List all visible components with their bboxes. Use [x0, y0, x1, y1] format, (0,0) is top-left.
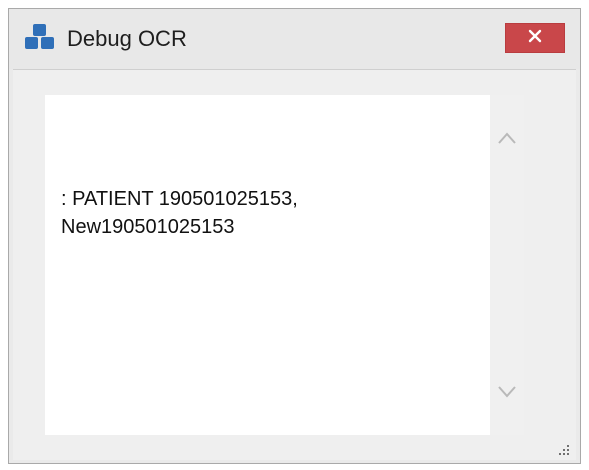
chevron-down-icon[interactable]	[497, 385, 517, 399]
vertical-scrollbar[interactable]	[490, 95, 524, 435]
close-button[interactable]	[505, 23, 565, 53]
window-title: Debug OCR	[67, 26, 187, 51]
ocr-output-text: : PATIENT 190501025153, New190501025153	[61, 185, 501, 241]
debug-ocr-window: Debug OCR : PATIENT 190501025153, New190…	[8, 8, 581, 464]
chevron-up-icon[interactable]	[497, 131, 517, 145]
ocr-text-line: : PATIENT 190501025153,	[61, 188, 298, 210]
title-bar[interactable]: Debug OCR	[9, 9, 580, 69]
client-area: : PATIENT 190501025153, New190501025153	[13, 69, 576, 460]
blue-cubes-icon	[23, 23, 57, 53]
ocr-output-textbox[interactable]: : PATIENT 190501025153, New190501025153	[45, 95, 522, 435]
close-icon	[527, 28, 543, 49]
ocr-text-line: New190501025153	[61, 216, 235, 238]
resize-grip-icon[interactable]	[556, 442, 570, 456]
